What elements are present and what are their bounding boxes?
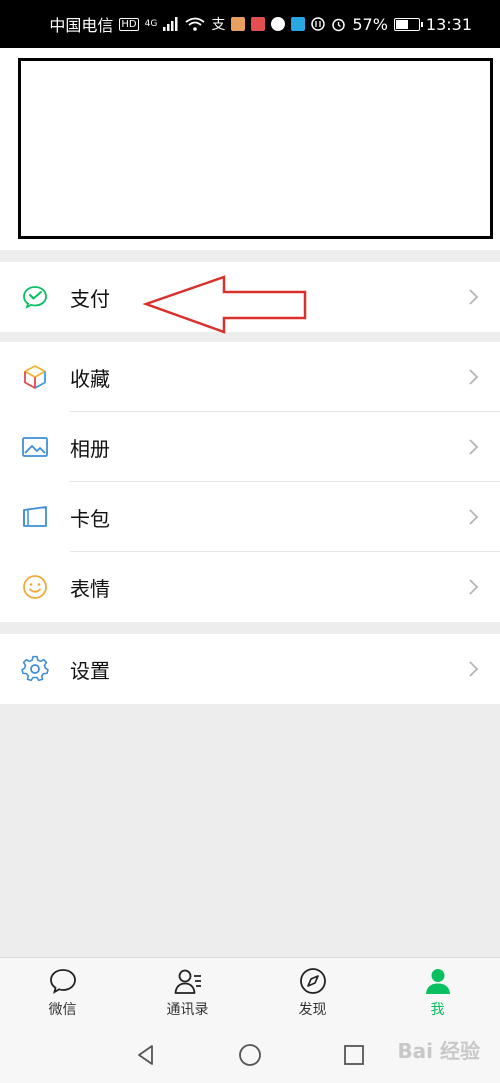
tab-contacts[interactable]: 通讯录 — [125, 958, 250, 1027]
chevron-right-icon — [469, 439, 479, 455]
annotation-arrow — [142, 275, 307, 334]
picture-icon — [22, 437, 48, 457]
tab-label-contacts: 通讯录 — [166, 1002, 209, 1018]
bottom-tab-bar: 微信 通讯录 发现 我 — [0, 957, 500, 1027]
wechat-pay-icon — [23, 286, 47, 309]
menu-label-settings: 设置 — [70, 658, 110, 683]
clock: 13:31 — [425, 14, 472, 34]
watermark: Bai 经验 — [397, 1039, 480, 1063]
chevron-right-icon — [469, 509, 479, 525]
menu-item-settings[interactable]: 设置 — [0, 634, 500, 704]
battery-icon — [393, 17, 423, 31]
recents-icon[interactable] — [342, 1043, 366, 1067]
tab-me[interactable]: 我 — [375, 958, 500, 1027]
content-group: 收藏 相册 卡包 表情 — [0, 342, 500, 622]
alarm-icon — [332, 18, 346, 31]
tab-label-me: 我 — [430, 1002, 445, 1018]
app-notification-icon — [251, 17, 266, 31]
menu-label-pay: 支付 — [70, 286, 110, 311]
network-type: 4G — [144, 19, 158, 29]
menu-label-stickers: 表情 — [70, 576, 110, 601]
menu-label-album: 相册 — [70, 436, 110, 461]
back-icon[interactable] — [134, 1043, 158, 1067]
chevron-right-icon — [469, 369, 479, 385]
wifi-icon — [185, 17, 205, 31]
tab-label-chats: 微信 — [48, 1002, 77, 1018]
tab-label-discover: 发现 — [298, 1002, 327, 1018]
app-notification-icon — [291, 17, 306, 31]
cube-icon — [24, 365, 46, 389]
profile-header[interactable] — [0, 48, 500, 250]
contacts-icon — [174, 969, 201, 994]
status-bar: 中国电信 HD 4G 支 57% 13:31 — [0, 0, 500, 48]
tab-chats[interactable]: 微信 — [0, 958, 125, 1027]
nfc-icon — [311, 17, 326, 31]
wallet-icon — [23, 506, 47, 527]
smiley-icon — [23, 575, 47, 599]
home-icon[interactable] — [238, 1043, 262, 1067]
carrier-label: 中国电信 — [49, 16, 114, 35]
hd-badge: HD — [119, 17, 139, 31]
tab-discover[interactable]: 发现 — [250, 958, 375, 1027]
menu-item-album[interactable]: 相册 — [0, 412, 500, 482]
app-notification-icon — [231, 17, 246, 31]
chat-bubble-icon — [49, 969, 76, 994]
battery-percent: 57% — [352, 14, 388, 34]
chevron-right-icon — [469, 579, 479, 595]
settings-group: 设置 — [0, 634, 500, 704]
menu-label-cards: 卡包 — [70, 506, 110, 531]
menu-item-cards[interactable]: 卡包 — [0, 482, 500, 552]
menu-item-favorites[interactable]: 收藏 — [0, 342, 500, 412]
chat-bubble-icon — [271, 17, 286, 31]
alipay-icon: 支 — [211, 17, 226, 33]
menu-label-favorites: 收藏 — [70, 366, 110, 391]
person-icon — [425, 969, 450, 994]
chevron-right-icon — [469, 289, 479, 305]
chevron-right-icon — [469, 661, 479, 677]
gear-icon — [21, 655, 49, 682]
redacted-profile-area — [18, 58, 493, 239]
signal-icon — [163, 17, 178, 31]
compass-icon — [299, 968, 326, 994]
menu-item-stickers[interactable]: 表情 — [0, 552, 500, 622]
